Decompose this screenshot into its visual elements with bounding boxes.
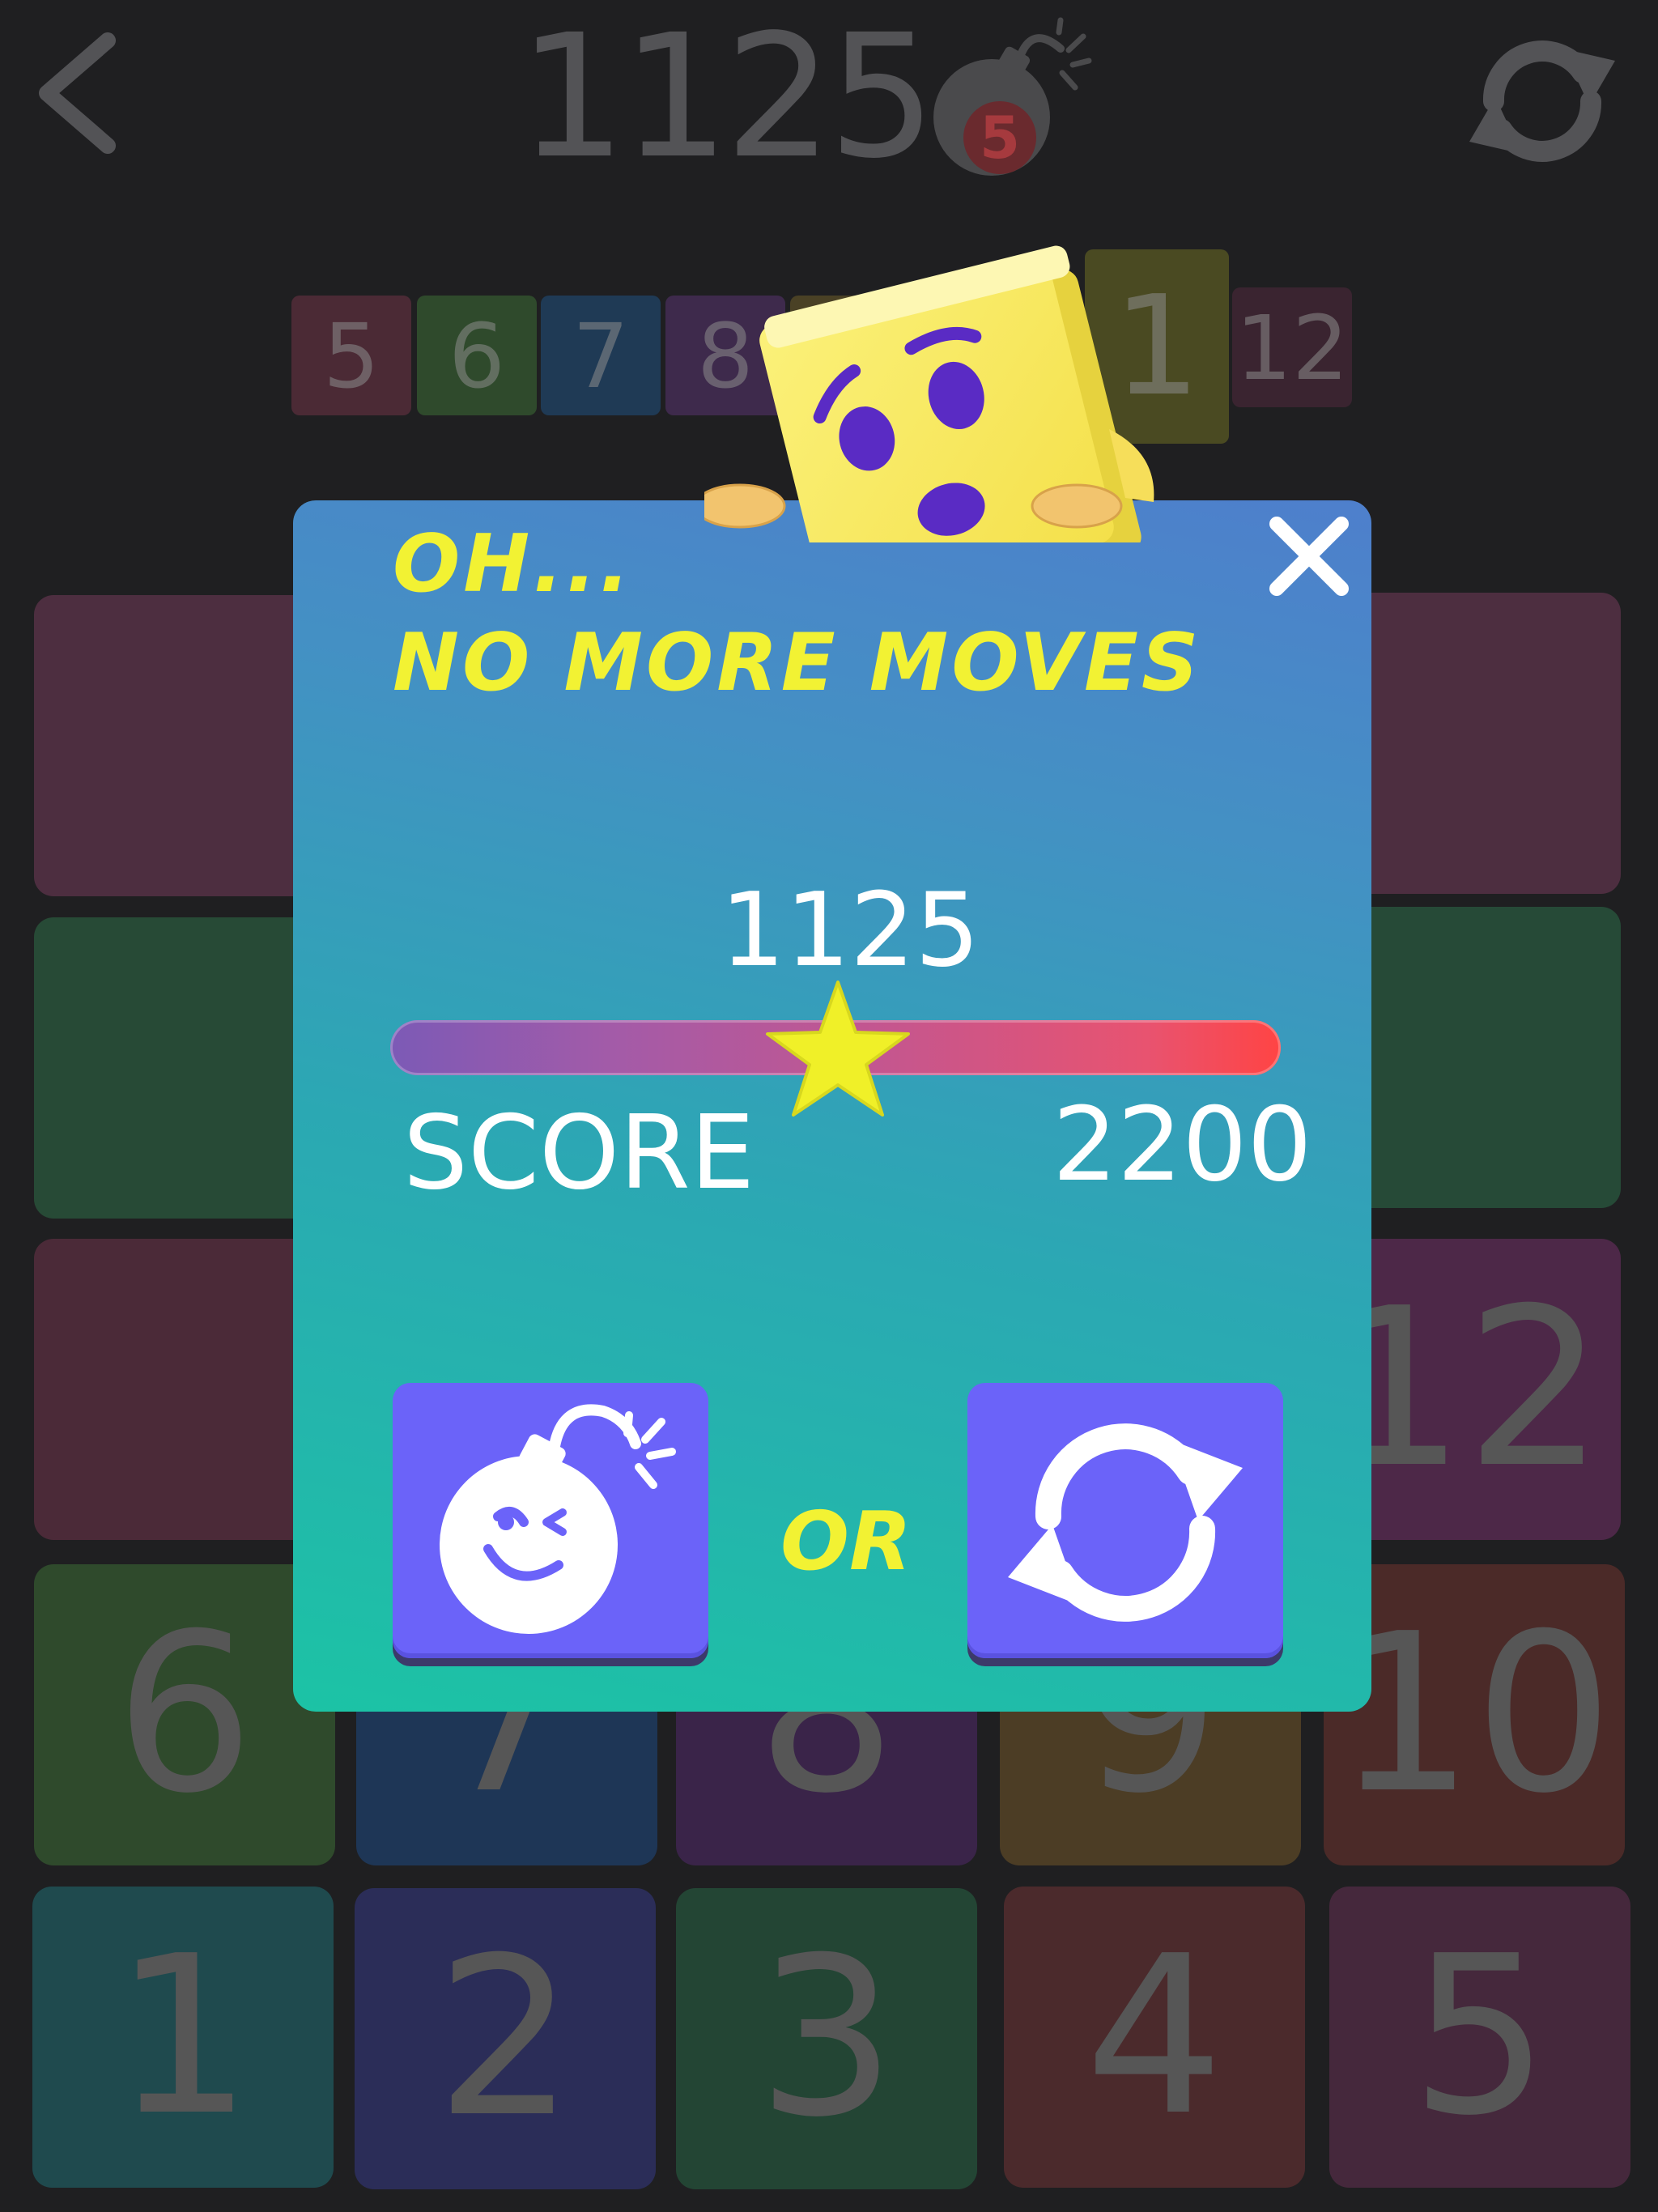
strip-tile: 5 xyxy=(291,296,411,415)
star-icon xyxy=(761,976,915,1121)
or-label: OR xyxy=(780,1494,912,1589)
board-tile[interactable] xyxy=(34,1239,335,1540)
board-tile[interactable]: 4 xyxy=(1004,1887,1305,2188)
board-tile[interactable] xyxy=(34,595,335,896)
bomb-counter[interactable]: 5 xyxy=(923,16,1109,178)
dialog-title-line1: OH... xyxy=(393,518,634,610)
board-tile[interactable] xyxy=(34,917,335,1219)
bomb-count: 5 xyxy=(980,104,1021,172)
board-tile[interactable]: 1 xyxy=(32,1887,334,2188)
board-tile[interactable]: 3 xyxy=(676,1888,977,2189)
back-button[interactable] xyxy=(31,32,120,154)
restart-button[interactable] xyxy=(1461,24,1623,178)
chevron-left-icon xyxy=(39,32,116,154)
bomb-icon xyxy=(440,1404,676,1634)
strip-tile: 6 xyxy=(417,296,537,415)
mascot-character xyxy=(694,227,1222,620)
target-score: 2200 xyxy=(1052,1085,1312,1204)
strip-tile: 7 xyxy=(541,296,661,415)
current-score: 1125 xyxy=(518,0,936,196)
board-tile[interactable]: 6 xyxy=(34,1564,335,1865)
close-button[interactable] xyxy=(1265,512,1354,601)
refresh-icon xyxy=(1008,1423,1243,1622)
score-label: SCORE xyxy=(403,1093,755,1212)
final-score: 1125 xyxy=(720,870,980,989)
refresh-icon xyxy=(1469,40,1615,162)
restart-game-button[interactable] xyxy=(967,1383,1283,1658)
use-bomb-button[interactable] xyxy=(393,1383,708,1658)
strip-tile: 12 xyxy=(1232,287,1352,407)
board-tile[interactable]: 2 xyxy=(355,1888,656,2189)
board-tile[interactable]: 5 xyxy=(1329,1887,1630,2188)
dialog-title-line2: NO MORE MOVES xyxy=(393,617,1202,709)
close-icon xyxy=(1269,517,1349,596)
